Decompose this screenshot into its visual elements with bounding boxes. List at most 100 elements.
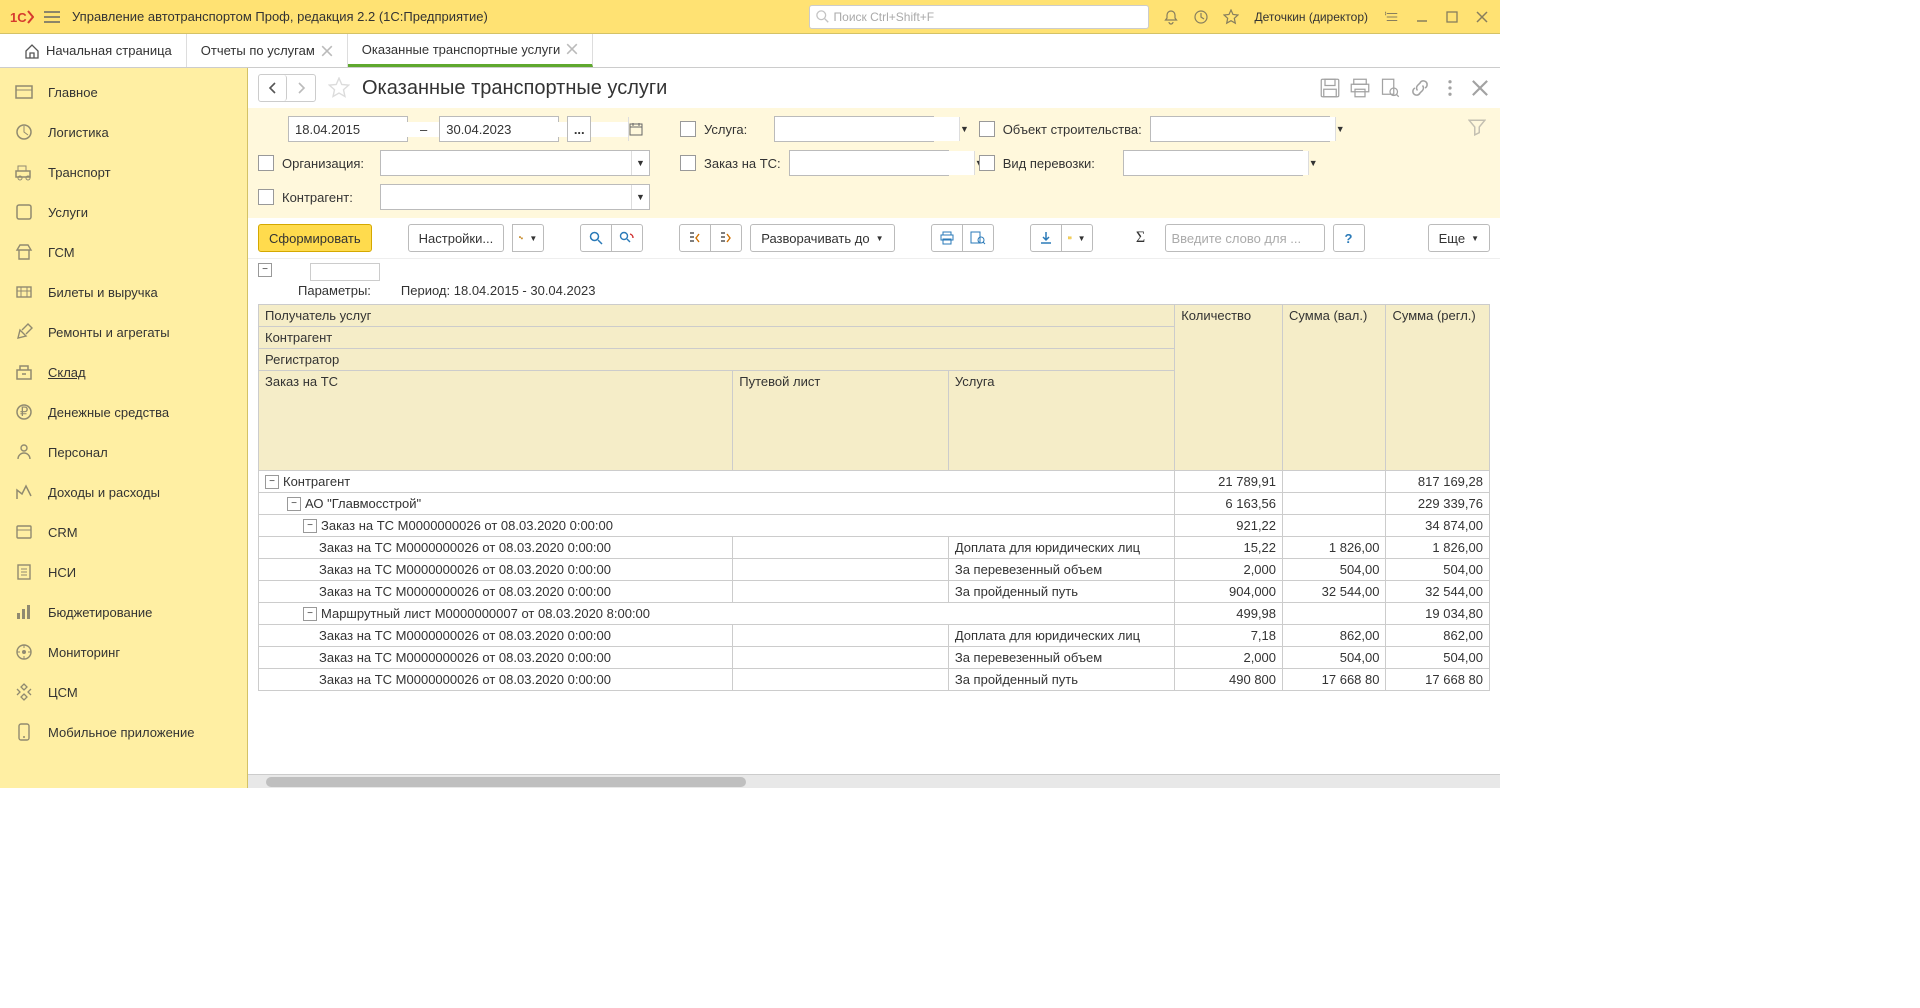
tab-home[interactable]: Начальная страница (10, 34, 187, 67)
settings-button[interactable]: Настройки... (408, 224, 505, 252)
sidebar-item-2[interactable]: Транспорт (0, 152, 247, 192)
sidebar-item-4[interactable]: ГСМ (0, 232, 247, 272)
order-combo[interactable]: ▼ (789, 150, 949, 176)
history-icon[interactable] (1191, 7, 1211, 27)
calendar-icon[interactable] (628, 117, 643, 141)
save-icon[interactable] (1320, 78, 1340, 98)
chevron-down-icon[interactable]: ▼ (1335, 117, 1345, 141)
table-row[interactable]: Заказ на ТС М0000000026 от 08.03.2020 0:… (259, 581, 1490, 603)
kebab-icon[interactable] (1440, 78, 1460, 98)
more-button[interactable]: Еще▼ (1428, 224, 1490, 252)
table-row[interactable]: −Контрагент21 789,91817 169,28 (259, 471, 1490, 493)
org-combo[interactable]: ▼ (380, 150, 650, 176)
nav-back-button[interactable] (259, 75, 287, 101)
sidebar-item-16[interactable]: Мобильное приложение (0, 712, 247, 752)
tab-reports[interactable]: Отчеты по услугам (187, 34, 348, 67)
close-icon[interactable] (1470, 78, 1490, 98)
save-file-button[interactable] (1030, 224, 1062, 252)
contr-combo[interactable]: ▼ (380, 184, 650, 210)
date-from[interactable] (288, 116, 408, 142)
link-icon[interactable] (1410, 78, 1430, 98)
row-toggle[interactable]: − (287, 497, 301, 511)
print-button[interactable] (931, 224, 963, 252)
sidebar-item-3[interactable]: Услуги (0, 192, 247, 232)
kind-combo[interactable]: ▼ (1123, 150, 1303, 176)
date-to-input[interactable] (440, 122, 628, 137)
sidebar-item-6[interactable]: Ремонты и агрегаты (0, 312, 247, 352)
row-toggle[interactable]: − (303, 607, 317, 621)
find-next-button[interactable] (611, 224, 643, 252)
preview-button[interactable] (962, 224, 994, 252)
hscrollbar[interactable] (248, 774, 1500, 788)
sidebar-item-11[interactable]: CRM (0, 512, 247, 552)
sidebar-item-5[interactable]: Билеты и выручка (0, 272, 247, 312)
service-checkbox[interactable] (680, 121, 696, 137)
collapse-toggle[interactable]: − (258, 263, 272, 277)
sidebar-item-9[interactable]: Персонал (0, 432, 247, 472)
row-toggle[interactable]: − (303, 519, 317, 533)
period-text: Период: 18.04.2015 - 30.04.2023 (401, 283, 596, 298)
nav-forward-button[interactable] (287, 75, 315, 101)
chevron-down-icon[interactable]: ▼ (1308, 151, 1318, 175)
funnel-icon[interactable] (1468, 118, 1486, 136)
collapse-button[interactable] (679, 224, 711, 252)
table-row[interactable]: −АО "Главмосстрой"6 163,56229 339,76 (259, 493, 1490, 515)
user-menu-icon[interactable] (1382, 7, 1402, 27)
find-input[interactable] (1165, 224, 1325, 252)
order-checkbox[interactable] (680, 155, 696, 171)
report-area[interactable]: − Параметры: Период: 18.04.2015 - 30.04.… (248, 259, 1500, 774)
row-toggle[interactable]: − (265, 475, 279, 489)
sidebar-item-8[interactable]: ₽Денежные средства (0, 392, 247, 432)
chevron-down-icon[interactable]: ▼ (631, 151, 649, 175)
main-menu-icon[interactable] (40, 5, 64, 29)
sidebar-item-1[interactable]: Логистика (0, 112, 247, 152)
sum-button[interactable]: Σ (1125, 224, 1157, 252)
sidebar-item-13[interactable]: Бюджетирование (0, 592, 247, 632)
sidebar-item-7[interactable]: Склад (0, 352, 247, 392)
object-combo[interactable]: ▼ (1150, 116, 1330, 142)
table-row[interactable]: Заказ на ТС М0000000026 от 08.03.2020 0:… (259, 537, 1490, 559)
sidebar-item-0[interactable]: Главное (0, 72, 247, 112)
help-button[interactable]: ? (1333, 224, 1365, 252)
chevron-down-icon[interactable]: ▼ (631, 185, 649, 209)
date-range-button[interactable]: ... (567, 116, 591, 142)
user-name[interactable]: Деточкин (директор) (1255, 10, 1368, 24)
close-icon[interactable] (566, 43, 578, 55)
close-icon[interactable] (1472, 7, 1492, 27)
sidebar-item-14[interactable]: Мониторинг (0, 632, 247, 672)
print-icon[interactable] (1350, 78, 1370, 98)
object-checkbox[interactable] (979, 121, 995, 137)
service-combo[interactable]: ▼ (774, 116, 934, 142)
org-checkbox[interactable] (258, 155, 274, 171)
maximize-icon[interactable] (1442, 7, 1462, 27)
star-icon[interactable] (1221, 7, 1241, 27)
table-row[interactable]: Заказ на ТС М0000000026 от 08.03.2020 0:… (259, 669, 1490, 691)
sidebar-item-10[interactable]: Доходы и расходы (0, 472, 247, 512)
generate-button[interactable]: Сформировать (258, 224, 372, 252)
close-icon[interactable] (321, 45, 333, 57)
find-button[interactable] (580, 224, 612, 252)
expand-to-button[interactable]: Разворачивать до▼ (750, 224, 894, 252)
tab-services[interactable]: Оказанные транспортные услуги (348, 34, 593, 67)
chevron-down-icon[interactable]: ▼ (959, 117, 969, 141)
expand-button[interactable] (710, 224, 742, 252)
variants-button[interactable]: ▼ (512, 224, 544, 252)
contr-checkbox[interactable] (258, 189, 274, 205)
kind-checkbox[interactable] (979, 155, 995, 171)
minimize-icon[interactable] (1412, 7, 1432, 27)
table-row[interactable]: Заказ на ТС М0000000026 от 08.03.2020 0:… (259, 647, 1490, 669)
global-search-input[interactable] (834, 10, 1142, 24)
date-to[interactable] (439, 116, 559, 142)
sidebar-item-12[interactable]: НСИ (0, 552, 247, 592)
preview-icon[interactable] (1380, 78, 1400, 98)
table-row[interactable]: Заказ на ТС М0000000026 от 08.03.2020 0:… (259, 559, 1490, 581)
global-search[interactable] (809, 5, 1149, 29)
table-row[interactable]: Заказ на ТС М0000000026 от 08.03.2020 0:… (259, 625, 1490, 647)
favorite-star-icon[interactable] (328, 77, 350, 99)
chevron-down-icon: ▼ (529, 234, 537, 243)
bell-icon[interactable] (1161, 7, 1181, 27)
table-row[interactable]: −Заказ на ТС М0000000026 от 08.03.2020 0… (259, 515, 1490, 537)
sidebar-item-15[interactable]: ЦСМ (0, 672, 247, 712)
table-row[interactable]: −Маршрутный лист М0000000007 от 08.03.20… (259, 603, 1490, 625)
send-email-button[interactable]: ▼ (1061, 224, 1093, 252)
